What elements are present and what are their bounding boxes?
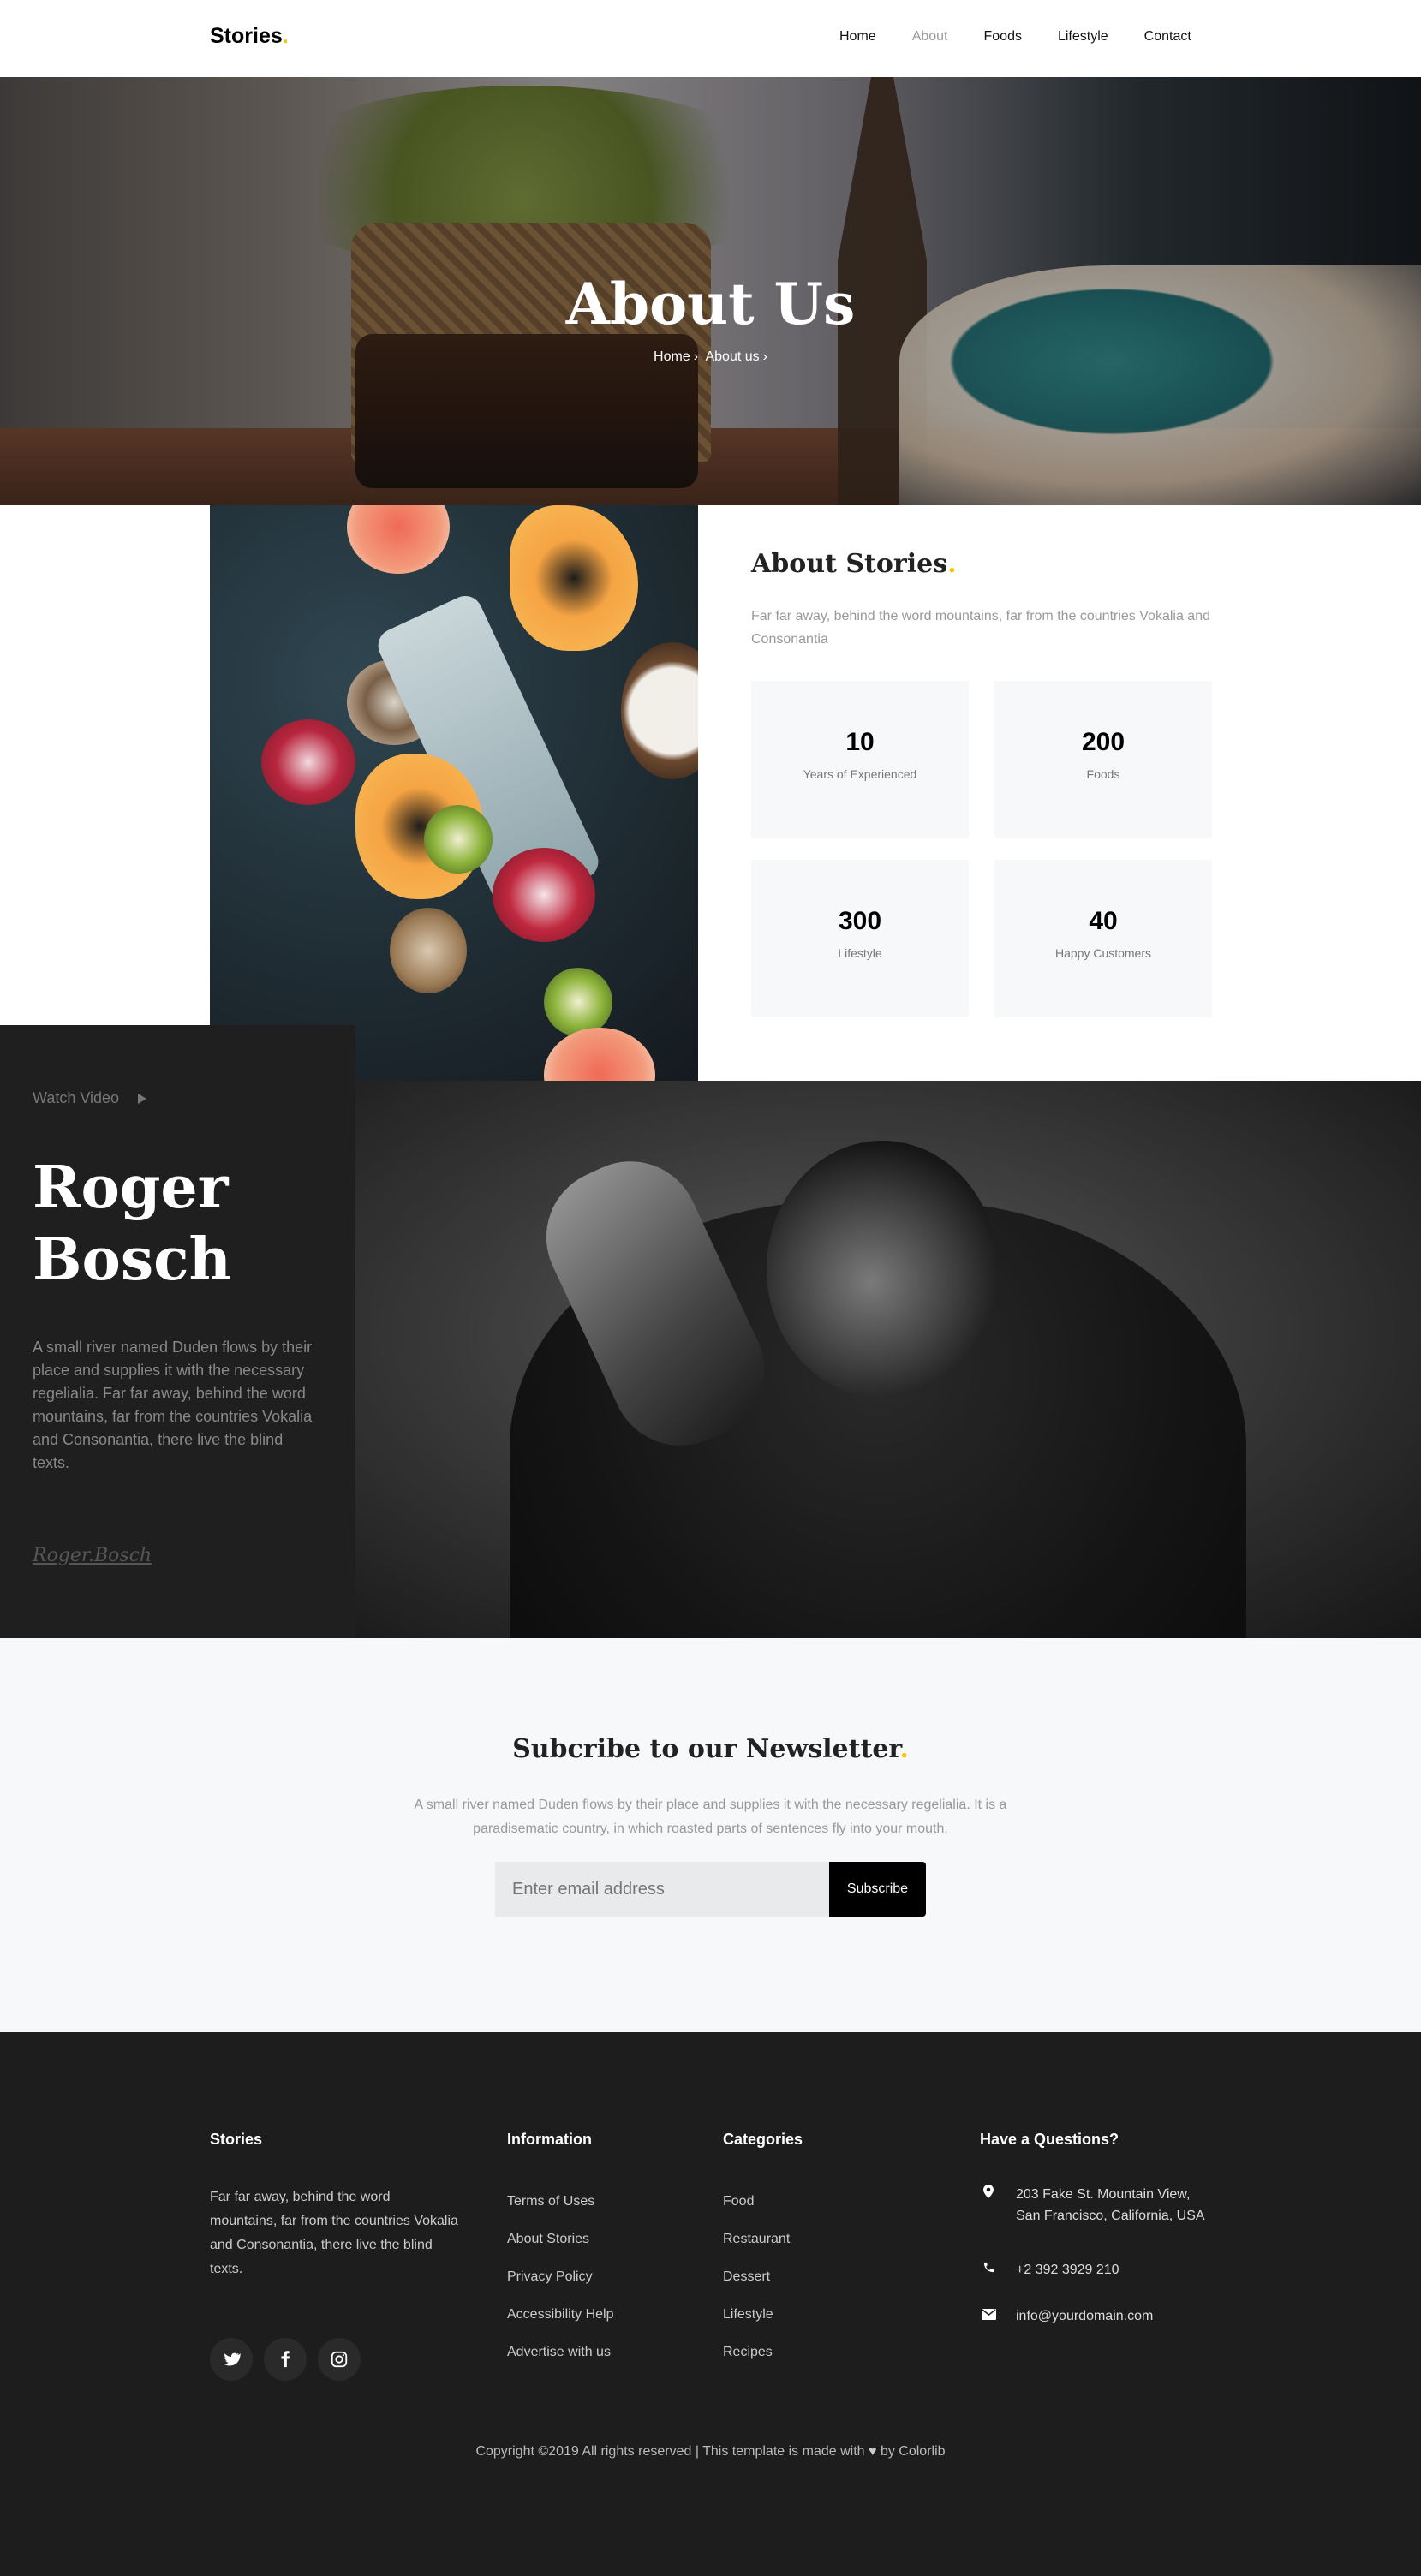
stat-label: Lifestyle	[838, 946, 882, 960]
stat-label: Happy Customers	[1054, 946, 1152, 960]
footer	[0, 2032, 1421, 2576]
copyright-credit[interactable]: by Colorlib	[881, 2444, 946, 2459]
footer-category-dessert[interactable]: Dessert	[723, 2269, 790, 2307]
newsletter-title-text: Subcribe to our Newsletter	[512, 1734, 900, 1764]
profile-last-name: Bosch	[33, 1225, 231, 1294]
copyright-text: Copyright ©2019 All rights reserved | Th…	[475, 2444, 865, 2459]
contact-address: 203 Fake St. Mountain View, San Francisc…	[980, 2184, 1213, 2227]
profile-first-name: Roger	[33, 1154, 229, 1222]
about-title-dot: .	[947, 549, 957, 579]
footer-category-recipes[interactable]: Recipes	[723, 2345, 790, 2382]
footer-heading-stories: Stories	[210, 2131, 263, 2148]
watch-video-label: Watch Video	[33, 1089, 120, 1106]
envelope-icon	[980, 2305, 997, 2327]
play-icon	[138, 1093, 147, 1104]
profile-name: Roger Bosch	[33, 1152, 341, 1296]
about-title-text: About Stories	[751, 549, 948, 579]
nav-about[interactable]: About	[912, 29, 948, 45]
profile-bio: A small river named Duden flows by their…	[33, 1339, 313, 1471]
footer-link-about[interactable]: About Stories	[507, 2232, 613, 2269]
profile-signature[interactable]: Roger.Bosch	[33, 1545, 152, 1566]
footer-heading-contact: Have a Questions?	[980, 2131, 1119, 2148]
map-marker-icon	[980, 2184, 997, 2227]
coconut-shape	[621, 642, 698, 779]
footer-information-list: Terms of Uses About Stories Privacy Poli…	[507, 2194, 613, 2382]
stat-card-foods: 200 Foods	[994, 681, 1212, 838]
copyright: Copyright ©2019 All rights reserved | Th…	[0, 2444, 1421, 2460]
pomegranate-half-shape	[493, 848, 595, 942]
stat-card-years: 10 Years of Experienced	[751, 681, 969, 838]
stat-card-lifestyle: 300 Lifestyle	[751, 860, 969, 1017]
contact-phone-text: +2 392 3929 210	[1016, 2263, 1119, 2277]
footer-link-accessibility[interactable]: Accessibility Help	[507, 2307, 613, 2345]
newsletter-title: Subcribe to our Newsletter.	[0, 1734, 1421, 1764]
kiwi-slice-shape	[544, 968, 612, 1036]
about-title: About Stories.	[751, 549, 957, 579]
brand-dot: .	[282, 24, 289, 48]
contact-email[interactable]: info@yourdomain.com	[980, 2305, 1153, 2327]
page-title: About Us	[565, 271, 856, 337]
footer-category-food[interactable]: Food	[723, 2194, 790, 2232]
nav-foods[interactable]: Foods	[984, 29, 1022, 45]
footer-link-advertise[interactable]: Advertise with us	[507, 2345, 613, 2382]
contact-address-text: 203 Fake St. Mountain View, San Francisc…	[1016, 2187, 1205, 2223]
nav-contact[interactable]: Contact	[1144, 29, 1191, 45]
chevron-right-icon: ›	[693, 349, 699, 364]
fruit-photo	[210, 505, 698, 1081]
newsletter-description: A small river named Duden flows by their…	[414, 1798, 1007, 1836]
grapefruit-half-shape	[544, 1028, 655, 1081]
stat-value: 300	[838, 907, 882, 935]
grapefruit-shape	[347, 505, 450, 574]
nav-home[interactable]: Home	[839, 29, 876, 45]
footer-category-lifestyle[interactable]: Lifestyle	[723, 2307, 790, 2345]
brand-logo[interactable]: Stories.	[210, 24, 289, 49]
breadcrumb-home[interactable]: Home	[654, 349, 690, 364]
pomegranate-shape	[261, 719, 355, 805]
about-description: Far far away, behind the word mountains,…	[751, 609, 1210, 647]
stat-value: 200	[1081, 728, 1125, 756]
contact-phone[interactable]: +2 392 3929 210	[980, 2259, 1119, 2281]
heart-icon: ♥	[868, 2444, 877, 2459]
breadcrumb-current: About us	[705, 349, 760, 364]
photo-head-shape	[767, 1141, 998, 1398]
subscribe-button[interactable]: Subscribe	[829, 1862, 926, 1917]
email-input[interactable]	[495, 1862, 829, 1917]
facebook-icon[interactable]	[264, 2338, 307, 2381]
nav-lifestyle[interactable]: Lifestyle	[1058, 29, 1108, 45]
stat-label: Foods	[1086, 767, 1120, 781]
brand-name: Stories	[210, 24, 283, 48]
footer-link-privacy[interactable]: Privacy Policy	[507, 2269, 613, 2307]
footer-category-restaurant[interactable]: Restaurant	[723, 2232, 790, 2269]
footer-link-terms[interactable]: Terms of Uses	[507, 2194, 613, 2232]
stat-value: 40	[1089, 907, 1118, 935]
footer-heading-categories: Categories	[723, 2131, 803, 2148]
papaya-shape	[510, 505, 638, 651]
top-navbar: Stories. Home About Foods Lifestyle Cont…	[0, 0, 1421, 77]
footer-about-text: Far far away, behind the word mountains,…	[210, 2190, 458, 2276]
footer-categories-list: Food Restaurant Dessert Lifestyle Recipe…	[723, 2194, 790, 2382]
instagram-icon[interactable]	[318, 2338, 361, 2381]
kiwi-shape	[424, 805, 493, 874]
profile-photo	[355, 1081, 1421, 1638]
coconut-piece-shape	[390, 908, 467, 993]
contact-email-text: info@yourdomain.com	[1016, 2309, 1154, 2323]
watch-video-link[interactable]: Watch Video	[33, 1089, 147, 1107]
main-menu: Home About Foods Lifestyle Contact	[839, 29, 1227, 45]
phone-icon	[980, 2259, 997, 2281]
newsletter-title-dot: .	[899, 1734, 909, 1764]
chevron-right-icon: ›	[762, 349, 767, 364]
breadcrumb: Home › About us ›	[0, 349, 1421, 365]
stat-value: 10	[845, 728, 875, 756]
stat-card-customers: 40 Happy Customers	[994, 860, 1212, 1017]
footer-heading-information: Information	[507, 2131, 592, 2148]
stat-label: Years of Experienced	[803, 767, 917, 781]
twitter-icon[interactable]	[210, 2338, 253, 2381]
